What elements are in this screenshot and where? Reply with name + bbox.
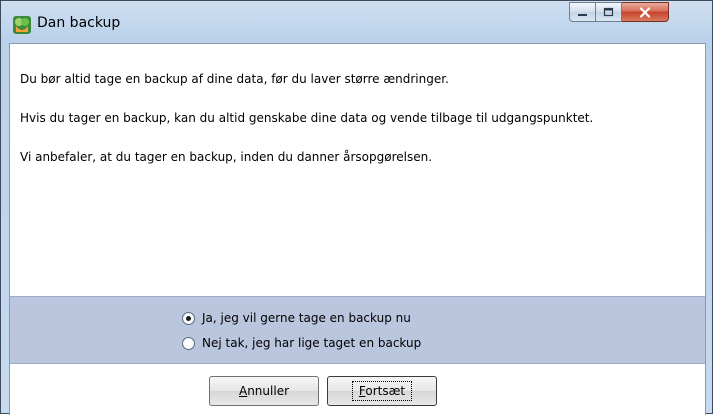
minimize-icon	[578, 13, 587, 16]
message-line-3: Vi anbefaler, at du tager en backup, ind…	[20, 150, 433, 164]
title-bar[interactable]: Dan backup	[1, 1, 712, 43]
radio-no-label: Nej tak, jeg har lige taget en backup	[202, 336, 422, 350]
message-line-2: Hvis du tager en backup, kan du altid ge…	[20, 111, 594, 125]
cancel-accelerator: A	[238, 384, 248, 398]
minimize-button[interactable]	[569, 2, 596, 22]
dialog-window: Dan backup Du bør altid tage en backup a…	[0, 0, 713, 415]
cancel-button-label: Annuller	[233, 382, 295, 400]
radio-no-indicator[interactable]	[182, 336, 195, 350]
window-title: Dan backup	[37, 15, 121, 31]
maximize-button[interactable]	[596, 2, 622, 22]
maximize-icon	[603, 7, 614, 17]
radio-yes-backup[interactable]: Ja, jeg vil gerne tage en backup nu	[182, 311, 411, 325]
dialog-content: Du bør altid tage en backup af dine data…	[9, 43, 706, 415]
close-button[interactable]	[622, 2, 669, 22]
radio-yes-indicator[interactable]	[182, 311, 195, 325]
radio-yes-label: Ja, jeg vil gerne tage en backup nu	[202, 311, 411, 325]
radio-no-backup[interactable]: Nej tak, jeg har lige taget en backup	[182, 336, 421, 350]
continue-label-rest: ortsæt	[365, 384, 406, 398]
continue-button[interactable]: Fortsæt	[327, 376, 437, 406]
app-icon	[13, 16, 31, 34]
close-icon	[639, 6, 651, 18]
options-panel: Ja, jeg vil gerne tage en backup nu Nej …	[10, 296, 705, 364]
cancel-button[interactable]: Annuller	[209, 376, 319, 406]
caption-buttons	[569, 2, 669, 22]
continue-button-label: Fortsæt	[351, 381, 413, 401]
message-line-1: Du bør altid tage en backup af dine data…	[20, 72, 449, 86]
cancel-label-rest: nnuller	[247, 384, 290, 398]
